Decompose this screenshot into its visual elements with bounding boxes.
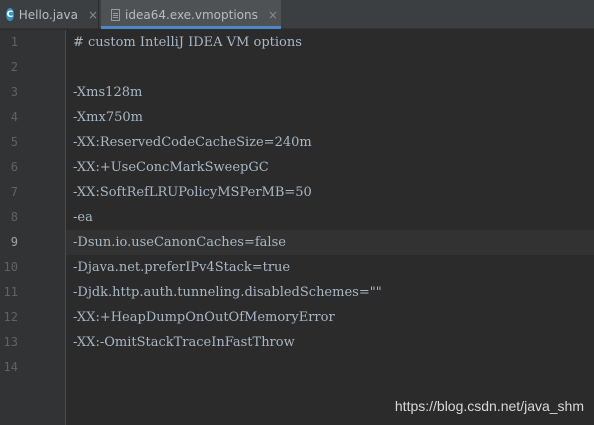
code-line[interactable]: -XX:-OmitStackTraceInFastThrow: [73, 330, 295, 355]
code-line[interactable]: # custom IntelliJ IDEA VM options: [73, 30, 302, 55]
line-number: 10: [3, 260, 18, 274]
tab-hello-java[interactable]: C Hello.java ×: [0, 0, 99, 29]
line-number: 3: [10, 85, 18, 99]
line-number: 1: [10, 35, 18, 49]
tab-label: idea64.exe.vmoptions: [125, 7, 258, 22]
code-line[interactable]: -Djdk.http.auth.tunneling.disabledScheme…: [73, 280, 382, 305]
line-number: 8: [10, 210, 18, 224]
code-line[interactable]: -Dsun.io.useCanonCaches=false: [73, 230, 286, 255]
line-number: 7: [10, 185, 18, 199]
code-editor[interactable]: # custom IntelliJ IDEA VM options -Xms128…: [66, 30, 594, 425]
editor-tab-bar: C Hello.java × idea64.exe.vmoptions ×: [0, 0, 594, 29]
close-icon[interactable]: ×: [88, 9, 98, 21]
line-number: 2: [10, 60, 18, 74]
watermark-url: https://blog.csdn.net/java_shm: [394, 398, 584, 414]
code-line[interactable]: -XX:SoftRefLRUPolicyMSPerMB=50: [73, 180, 312, 205]
line-number: 4: [10, 110, 18, 124]
line-number: 6: [10, 160, 18, 174]
code-line[interactable]: -Xmx750m: [73, 105, 143, 130]
tab-label: Hello.java: [18, 7, 78, 22]
file-text-icon: [111, 8, 120, 21]
java-class-icon: C: [6, 8, 14, 21]
code-line[interactable]: -XX:+HeapDumpOnOutOfMemoryError: [73, 305, 335, 330]
line-number: 5: [10, 135, 18, 149]
code-line[interactable]: -Djava.net.preferIPv4Stack=true: [73, 255, 290, 280]
line-number: 12: [3, 310, 18, 324]
close-icon[interactable]: ×: [268, 9, 278, 21]
code-line[interactable]: -XX:+UseConcMarkSweepGC: [73, 155, 269, 180]
code-line[interactable]: -XX:ReservedCodeCacheSize=240m: [73, 130, 312, 155]
line-number: 14: [3, 360, 18, 374]
line-number: 13: [3, 335, 18, 349]
code-line[interactable]: -ea: [73, 205, 93, 230]
tab-idea64-vmoptions[interactable]: idea64.exe.vmoptions ×: [101, 0, 281, 29]
line-number-gutter[interactable]: 1 2 3 4 5 6 7 8 9 10 11 12 13 14: [0, 30, 66, 425]
line-number: 11: [3, 285, 18, 299]
line-number: 9: [10, 235, 18, 249]
code-line[interactable]: -Xms128m: [73, 80, 142, 105]
